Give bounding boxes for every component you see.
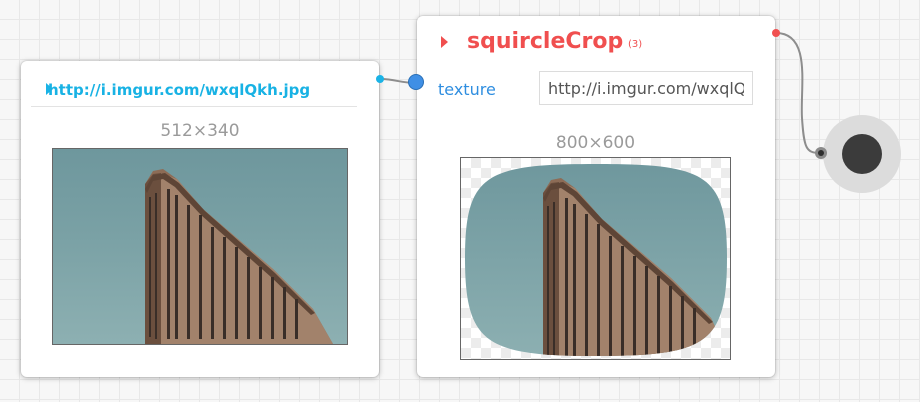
crop-dimensions-label: 800×600 <box>555 133 636 153</box>
image-output-port[interactable] <box>376 75 384 83</box>
output-port-center-icon <box>818 150 824 156</box>
crop-expand-caret-icon[interactable] <box>441 36 448 48</box>
texture-input-port[interactable] <box>409 75 423 89</box>
title-divider <box>31 106 357 107</box>
node-count-badge: (3) <box>628 39 643 50</box>
node-title[interactable]: squircleCrop <box>467 29 623 54</box>
crop-preview <box>460 157 731 360</box>
image-url-title[interactable]: http://i.imgur.com/wxqlQkh.jpg <box>48 81 310 99</box>
crop-output-port[interactable] <box>772 29 780 37</box>
texture-property-label: texture <box>438 80 496 99</box>
texture-url-input[interactable] <box>539 71 753 105</box>
squircle-cropped-photo <box>465 164 727 356</box>
image-dimensions-label: 512×340 <box>160 121 240 141</box>
building-photo <box>145 169 333 344</box>
image-preview <box>52 148 348 345</box>
wire-crop-to-output <box>775 32 821 154</box>
output-node-dot-icon <box>842 134 882 174</box>
